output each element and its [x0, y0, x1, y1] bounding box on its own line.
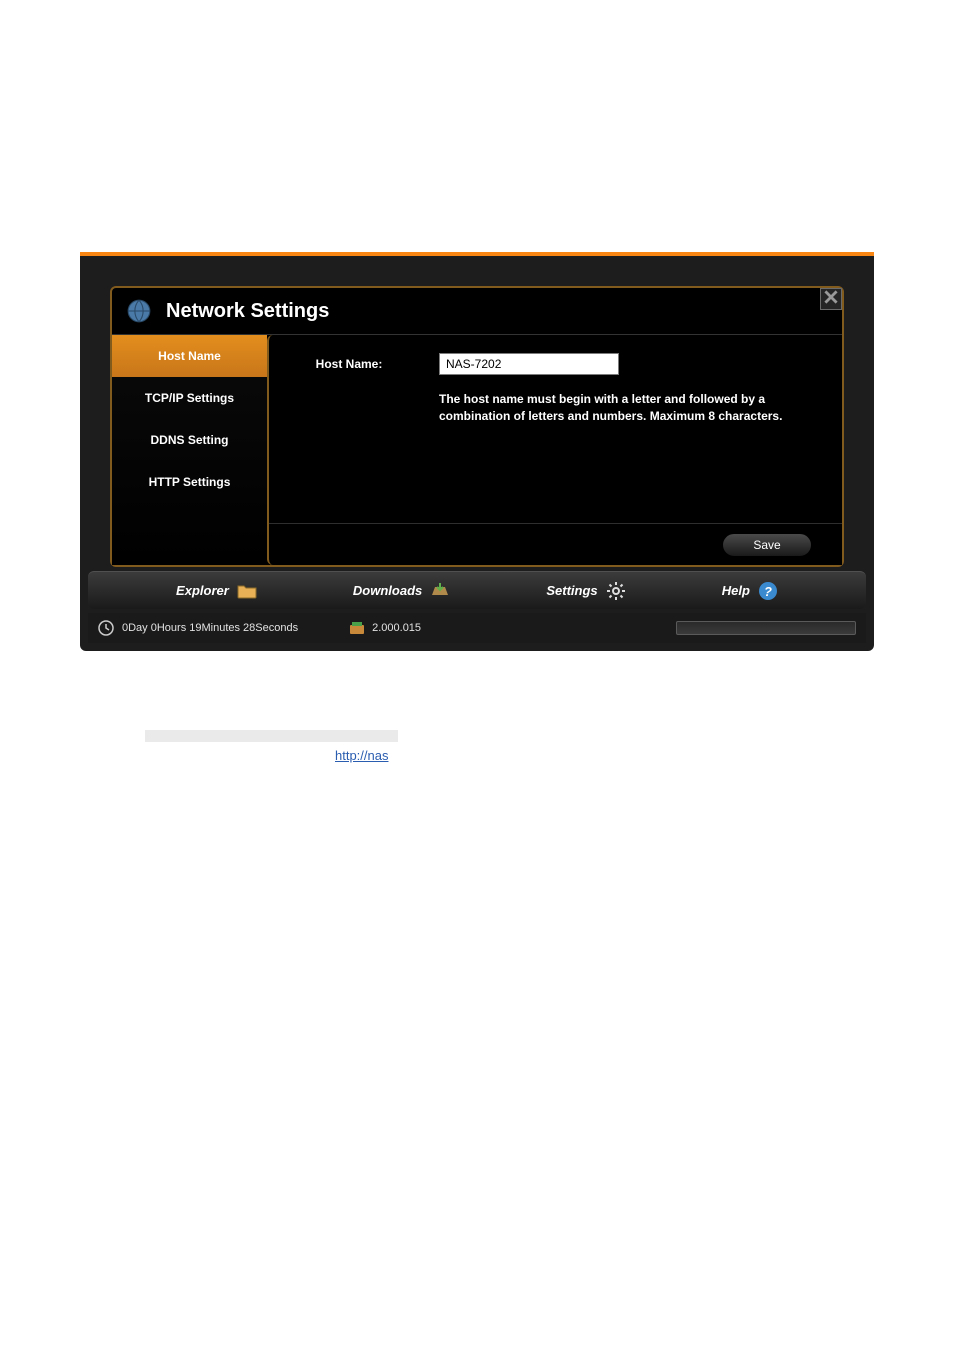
folder-icon: [237, 581, 257, 601]
help-icon: ?: [758, 581, 778, 601]
content-pane: Host Name: The host name must begin with…: [267, 335, 842, 565]
sidebar-item-label: Host Name: [158, 349, 221, 363]
host-name-input[interactable]: [439, 353, 619, 375]
taskbar-label: Explorer: [176, 583, 229, 598]
sidebar-item-label: TCP/IP Settings: [145, 391, 234, 405]
sidebar-item-http[interactable]: HTTP Settings: [112, 461, 267, 503]
taskbar-help[interactable]: Help ?: [722, 581, 778, 601]
save-row: Save: [269, 523, 842, 565]
save-button[interactable]: Save: [722, 533, 812, 557]
sidebar-item-tcpip[interactable]: TCP/IP Settings: [112, 377, 267, 419]
sidebar-item-label: HTTP Settings: [149, 475, 231, 489]
window-header: Network Settings: [112, 288, 842, 334]
taskbar-label: Downloads: [353, 583, 422, 598]
table-cell: http://nas: [325, 742, 398, 769]
uptime-display: 0Day 0Hours 19Minutes 28Seconds: [98, 620, 298, 636]
uptime-text: 0Day 0Hours 19Minutes 28Seconds: [122, 622, 298, 634]
taskbar: Explorer Downloads Settings Help ?: [88, 571, 866, 609]
taskbar-label: Help: [722, 583, 750, 598]
disk-icon: [348, 619, 366, 637]
globe-icon: [126, 298, 152, 324]
sidebar: Host Name TCP/IP Settings DDNS Setting H…: [112, 335, 267, 565]
gear-icon: [606, 581, 626, 601]
host-name-row: Host Name:: [289, 353, 822, 375]
download-icon: [430, 581, 450, 601]
svg-text:?: ?: [764, 584, 772, 599]
main-panel: Network Settings Host Name TCP/IP Settin…: [80, 256, 874, 651]
sidebar-item-host-name[interactable]: Host Name: [112, 335, 267, 377]
host-name-help-text: The host name must begin with a letter a…: [439, 391, 809, 425]
storage-progress: [676, 621, 856, 635]
taskbar-label: Settings: [546, 583, 597, 598]
statusbar: 0Day 0Hours 19Minutes 28Seconds 2.000.01…: [88, 613, 866, 643]
table-row: http://nas: [145, 742, 398, 769]
doc-table: http://nas: [145, 730, 398, 769]
version-text: 2.000.015: [372, 622, 421, 634]
table-header-row: [145, 730, 398, 742]
table-header-cell: [145, 730, 325, 742]
network-settings-window: Network Settings Host Name TCP/IP Settin…: [110, 286, 844, 567]
host-name-label: Host Name:: [289, 357, 409, 371]
table-header-cell: [325, 730, 398, 742]
taskbar-explorer[interactable]: Explorer: [176, 581, 257, 601]
close-button[interactable]: [820, 288, 842, 310]
window-body: Host Name TCP/IP Settings DDNS Setting H…: [112, 334, 842, 565]
close-icon: [824, 290, 838, 309]
version-display: 2.000.015: [348, 619, 421, 637]
taskbar-settings[interactable]: Settings: [546, 581, 625, 601]
sidebar-item-label: DDNS Setting: [151, 433, 229, 447]
table-cell: [145, 742, 325, 769]
sidebar-item-ddns[interactable]: DDNS Setting: [112, 419, 267, 461]
window-title: Network Settings: [166, 300, 329, 323]
example-link[interactable]: http://nas: [335, 748, 388, 763]
clock-icon: [98, 620, 114, 636]
taskbar-downloads[interactable]: Downloads: [353, 581, 450, 601]
